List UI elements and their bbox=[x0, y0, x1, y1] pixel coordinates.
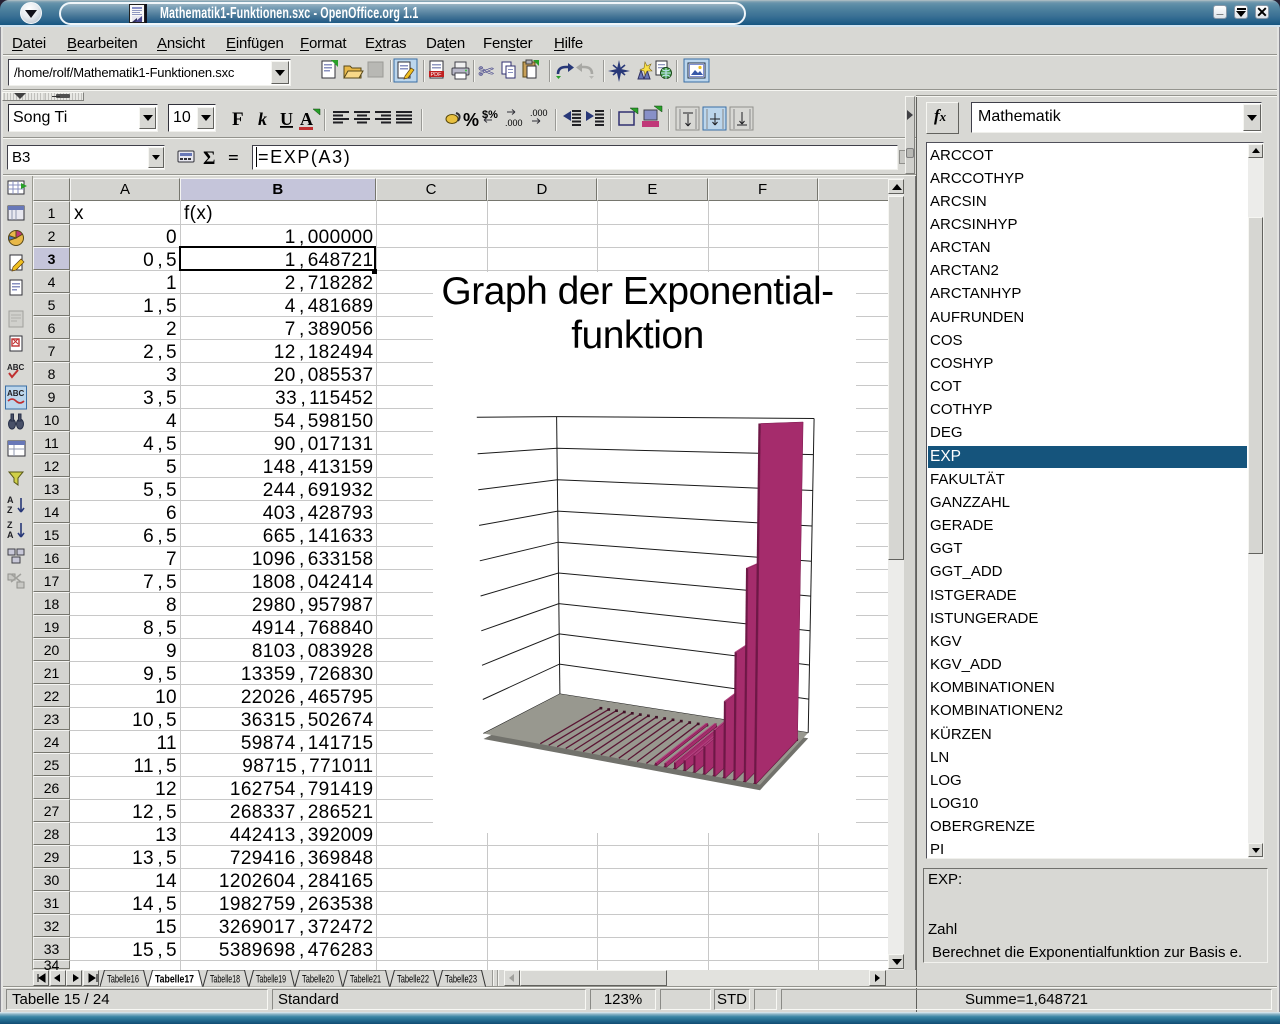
svg-text:Tabelle17: Tabelle17 bbox=[155, 974, 194, 986]
svg-text:Tabelle18: Tabelle18 bbox=[210, 974, 240, 986]
svg-text:Tabelle23: Tabelle23 bbox=[445, 974, 477, 986]
svg-text:Tabelle21: Tabelle21 bbox=[350, 974, 381, 986]
svg-text:Tabelle20: Tabelle20 bbox=[302, 974, 334, 986]
svg-text:Tabelle16: Tabelle16 bbox=[107, 974, 139, 986]
svg-text:Tabelle22: Tabelle22 bbox=[397, 974, 429, 986]
svg-text:Tabelle19: Tabelle19 bbox=[256, 974, 286, 986]
